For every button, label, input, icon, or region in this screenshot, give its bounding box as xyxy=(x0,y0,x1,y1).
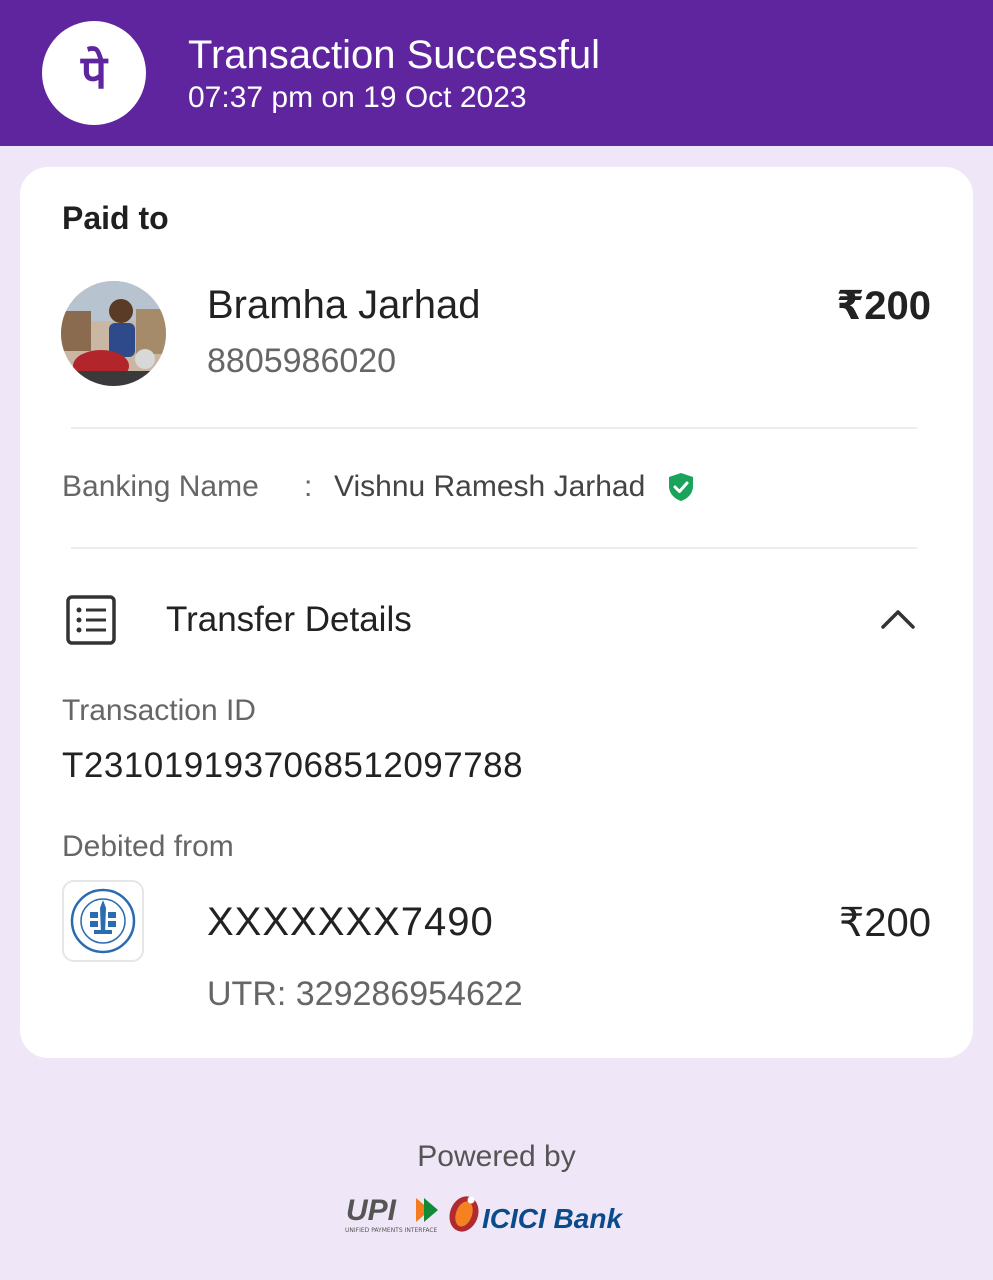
phonepe-logo-icon: पे xyxy=(42,21,146,125)
divider xyxy=(71,547,917,549)
svg-text:पे: पे xyxy=(80,45,109,99)
transfer-details-title[interactable]: Transfer Details xyxy=(166,600,412,640)
footer-logos: UPI UNIFIED PAYMENTS INTERFACE ICICI Ban… xyxy=(340,1190,650,1240)
divider xyxy=(71,427,917,429)
upi-logo-icon: UPI UNIFIED PAYMENTS INTERFACE xyxy=(345,1194,438,1234)
transaction-id-value: T2310191937068512097788 xyxy=(62,746,524,785)
verified-shield-icon xyxy=(668,472,694,502)
chevron-up-icon[interactable] xyxy=(878,603,918,633)
payee-amount: ₹200 xyxy=(836,284,931,328)
powered-by-label: Powered by xyxy=(417,1140,576,1173)
header-bar: पे Transaction Successful 07:37 pm on 19… xyxy=(0,0,993,146)
icici-logo-icon: ICICI Bank xyxy=(449,1196,623,1234)
page-title: Transaction Successful xyxy=(188,33,601,77)
banking-name-label: Banking Name xyxy=(62,470,259,503)
svg-text:UPI: UPI xyxy=(346,1194,397,1227)
transaction-datetime: 07:37 pm on 19 Oct 2023 xyxy=(188,81,527,114)
debited-from-label: Debited from xyxy=(62,830,234,863)
transaction-card: Paid to Bramha Jarhad 8805986020 ₹200 Ba… xyxy=(20,167,973,1058)
utr-number: UTR: 329286954622 xyxy=(207,975,523,1013)
svg-text:ICICI Bank: ICICI Bank xyxy=(482,1203,623,1234)
avatar xyxy=(61,281,166,386)
payee-phone: 8805986020 xyxy=(207,342,397,380)
upi-icici-logos: UPI UNIFIED PAYMENTS INTERFACE ICICI Ban… xyxy=(345,1194,623,1234)
banking-name-separator: : xyxy=(304,470,313,503)
paid-to-label: Paid to xyxy=(62,200,169,236)
debit-account-number: XXXXXXX7490 xyxy=(207,900,494,944)
transaction-id-label: Transaction ID xyxy=(62,694,256,727)
receipt-list-icon xyxy=(66,595,118,645)
debit-amount: ₹200 xyxy=(838,901,931,945)
bank-of-maharashtra-logo-icon xyxy=(62,880,144,962)
svg-text:UNIFIED PAYMENTS INTERFACE: UNIFIED PAYMENTS INTERFACE xyxy=(345,1227,438,1234)
payee-name: Bramha Jarhad xyxy=(207,283,481,327)
banking-name-value: Vishnu Ramesh Jarhad xyxy=(334,470,646,503)
